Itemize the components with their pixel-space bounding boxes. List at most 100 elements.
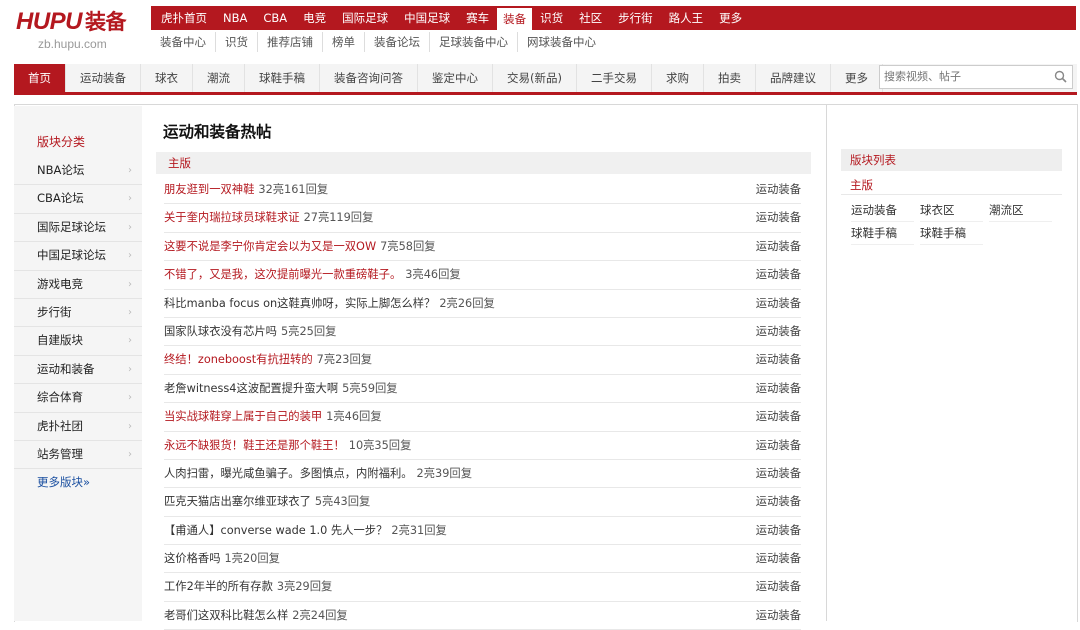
top-nav-item[interactable]: 路人王: [661, 6, 712, 30]
top-nav-item[interactable]: 中国足球: [396, 6, 458, 30]
thread-title-link[interactable]: 终结！zoneboost有抗扭转的: [164, 353, 313, 366]
board-link[interactable]: 运动装备: [851, 199, 914, 222]
thread-category-link[interactable]: 运动装备: [756, 318, 801, 345]
board-list-title: 版块列表: [841, 149, 1062, 171]
sub-nav-item[interactable]: 装备中心: [151, 32, 216, 52]
thread-category-link[interactable]: 运动装备: [756, 290, 801, 317]
thread-stats: 7亮58回复: [380, 239, 436, 253]
thread-title-link[interactable]: 老詹witness4这波配置提升蛮大啊: [164, 382, 338, 395]
sidebar-item[interactable]: 国际足球论坛 ›: [14, 214, 142, 243]
thread-category-link[interactable]: 运动装备: [756, 545, 801, 572]
thread-title-link[interactable]: 工作2年半的所有存款: [164, 580, 273, 593]
main-nav-item[interactable]: 潮流: [193, 64, 245, 92]
thread-category-link[interactable]: 运动装备: [756, 460, 801, 487]
thread-category-link[interactable]: 运动装备: [756, 261, 801, 288]
section-header: 主版: [156, 152, 811, 174]
sub-nav-item[interactable]: 网球装备中心: [518, 32, 605, 52]
sidebar-item-label: 中国足球论坛: [37, 248, 106, 263]
main-nav-item[interactable]: 交易(新品): [493, 64, 577, 92]
thread-title-link[interactable]: 永远不缺狠货！鞋王还是那个鞋王！: [164, 439, 345, 452]
top-nav-item[interactable]: 装备: [497, 8, 533, 30]
main-nav-item[interactable]: 球鞋手稿: [245, 64, 320, 92]
top-nav-item[interactable]: 社区: [571, 6, 610, 30]
main-nav-item[interactable]: 装备咨询问答: [320, 64, 418, 92]
top-nav-item[interactable]: 更多: [711, 6, 750, 30]
page-title: 运动和装备热帖: [163, 123, 272, 141]
thread-stats: 27亮119回复: [303, 211, 374, 225]
main-nav-item[interactable]: 品牌建议: [756, 64, 831, 92]
more-boards-link[interactable]: 更多版块»: [14, 469, 142, 496]
chevron-right-icon: ›: [128, 278, 132, 290]
thread-row: 不错了，又是我，这次提前曝光一款重磅鞋子。 3亮46回复 运动装备: [164, 261, 801, 290]
main-nav-item[interactable]: 鉴定中心: [418, 64, 493, 92]
thread-stats: 1亮20回复: [224, 552, 280, 566]
sidebar-item[interactable]: CBA论坛 ›: [14, 185, 142, 214]
thread-title-link[interactable]: 老哥们这双科比鞋怎么样: [164, 609, 288, 622]
sub-nav-item[interactable]: 识货: [216, 32, 258, 52]
thread-list: 朋友逛到一双神鞋 32亮161回复 运动装备 关于奎内瑞拉球员球鞋求证 27亮119回复…: [156, 176, 811, 630]
top-nav-item[interactable]: 步行街: [610, 6, 661, 30]
thread-title-link[interactable]: 科比manba focus on这鞋真帅呀，实际上脚怎么样？: [164, 297, 435, 310]
sub-nav-item[interactable]: 装备论坛: [365, 32, 430, 52]
main-nav-item[interactable]: 二手交易: [577, 64, 652, 92]
thread-category-link[interactable]: 运动装备: [756, 176, 801, 203]
thread-title-link[interactable]: 朋友逛到一双神鞋: [164, 183, 254, 196]
top-nav-item[interactable]: 虎扑首页: [153, 6, 215, 30]
sidebar-item[interactable]: 运动和装备 ›: [14, 356, 142, 385]
board-link[interactable]: 潮流区: [989, 199, 1052, 222]
thread-category-link[interactable]: 运动装备: [756, 204, 801, 231]
thread-category-link[interactable]: 运动装备: [756, 346, 801, 373]
sidebar-item[interactable]: 自建版块 ›: [14, 327, 142, 356]
sidebar-item[interactable]: 步行街 ›: [14, 299, 142, 328]
thread-stats: 2亮39回复: [416, 466, 473, 480]
thread-category-link[interactable]: 运动装备: [756, 233, 801, 260]
sidebar-item[interactable]: NBA论坛 ›: [14, 157, 142, 186]
sub-nav-item[interactable]: 推荐店铺: [258, 32, 323, 52]
site-logo[interactable]: HUPU 装备 zb.hupu.com: [16, 8, 146, 51]
main-nav-item[interactable]: 更多: [831, 64, 883, 92]
board-link[interactable]: 球鞋手稿: [920, 222, 983, 245]
top-nav-item[interactable]: 国际足球: [334, 6, 396, 30]
main-nav-item[interactable]: 拍卖: [704, 64, 756, 92]
thread-title-link[interactable]: 【甫通人】converse wade 1.0 先人一步？: [164, 524, 387, 537]
thread-category-link[interactable]: 运动装备: [756, 602, 801, 629]
thread-category-link[interactable]: 运动装备: [756, 488, 801, 515]
thread-category-link[interactable]: 运动装备: [756, 432, 801, 459]
thread-title-link[interactable]: 这要不说是李宁你肯定会以为又是一双OW: [164, 240, 376, 253]
thread-category-link[interactable]: 运动装备: [756, 403, 801, 430]
chevron-right-icon: ›: [128, 193, 132, 205]
sidebar-item[interactable]: 站务管理 ›: [14, 441, 142, 470]
main-nav-item[interactable]: 运动装备: [66, 64, 141, 92]
thread-category-link[interactable]: 运动装备: [756, 375, 801, 402]
main-nav-item[interactable]: 球衣: [141, 64, 193, 92]
main-nav-item[interactable]: 首页: [14, 64, 66, 92]
sub-nav-item[interactable]: 足球装备中心: [430, 32, 518, 52]
sidebar-item[interactable]: 虎扑社团 ›: [14, 413, 142, 441]
thread-title-link[interactable]: 国家队球衣没有芯片吗: [164, 325, 277, 338]
board-link[interactable]: 球衣区: [920, 199, 983, 222]
thread-title-link[interactable]: 匹克天猫店出塞尔维亚球衣了: [164, 495, 311, 508]
sub-nav-item[interactable]: 榜单: [323, 32, 365, 52]
top-nav-item[interactable]: NBA: [215, 6, 255, 30]
thread-category-link[interactable]: 运动装备: [756, 517, 801, 544]
thread-title-link[interactable]: 这价格香吗: [164, 552, 221, 565]
top-nav-item[interactable]: CBA: [255, 6, 295, 30]
thread-title-link[interactable]: 关于奎内瑞拉球员球鞋求证: [164, 211, 300, 224]
search-icon[interactable]: [1053, 69, 1069, 85]
main-nav-item[interactable]: 求购: [652, 64, 704, 92]
thread-title-link[interactable]: 人肉扫雷，曝光咸鱼骗子。多图慎点，内附福利。: [164, 467, 413, 480]
top-nav-item[interactable]: 赛车: [458, 6, 497, 30]
sidebar-item[interactable]: 游戏电竞 ›: [14, 271, 142, 299]
sidebar-item[interactable]: 中国足球论坛 ›: [14, 242, 142, 271]
sidebar-item[interactable]: 综合体育 ›: [14, 384, 142, 413]
top-nav-item[interactable]: 电竞: [295, 6, 334, 30]
thread-category-link[interactable]: 运动装备: [756, 573, 801, 600]
thread-title-link[interactable]: 不错了，又是我，这次提前曝光一款重磅鞋子。: [164, 268, 401, 281]
sub-nav: 装备中心 识货 推荐店铺 榜单 装备论坛 足球装备中心 网球装备中心: [151, 30, 1076, 54]
top-nav-item[interactable]: 识货: [532, 6, 571, 30]
board-link[interactable]: 球鞋手稿: [851, 222, 914, 245]
search-input[interactable]: [880, 66, 1048, 86]
logo-domain: zb.hupu.com: [38, 37, 107, 51]
thread-stats: 32亮161回复: [258, 183, 329, 196]
thread-title-link[interactable]: 当实战球鞋穿上属于自己的装甲: [164, 410, 322, 423]
